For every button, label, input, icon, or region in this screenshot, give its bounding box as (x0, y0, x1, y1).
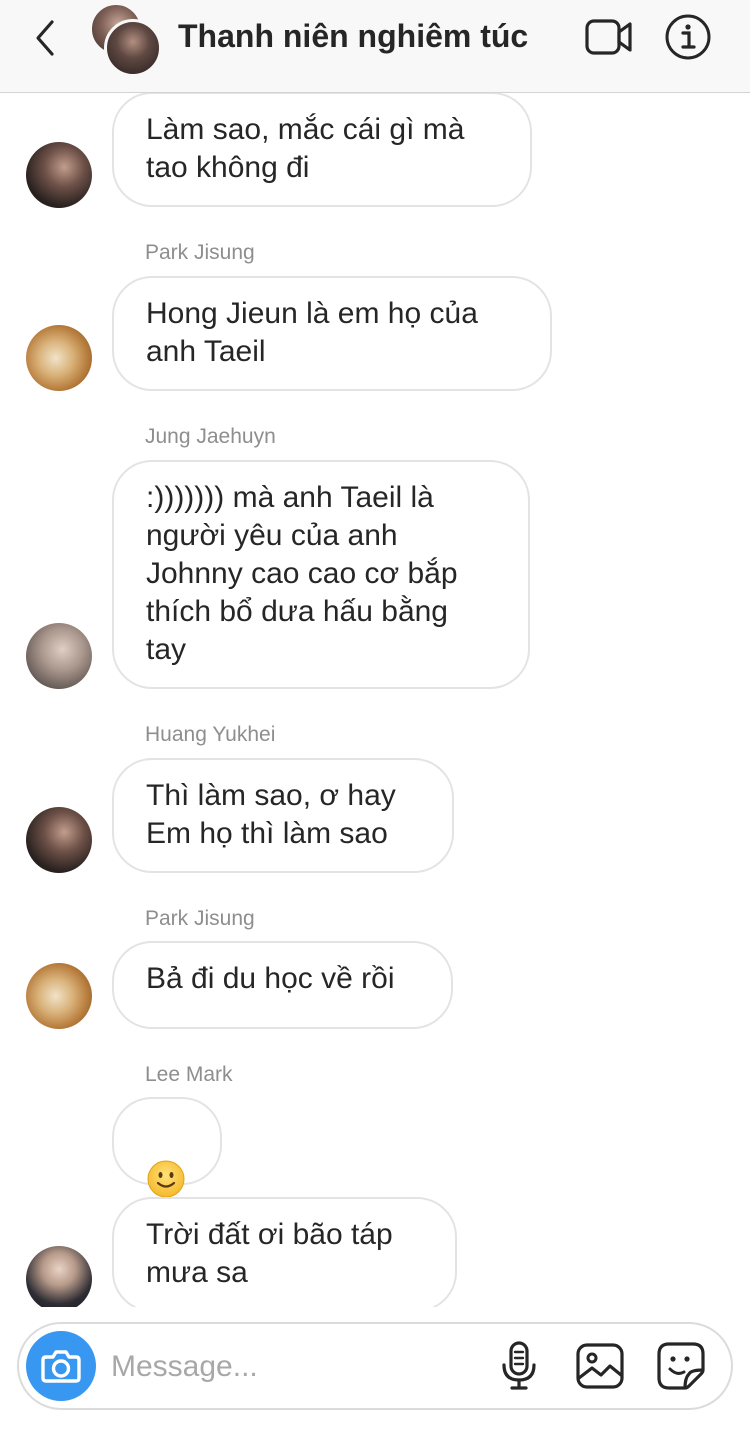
sender-name: Park Jisung (145, 241, 255, 264)
message-input[interactable] (109, 1338, 493, 1396)
sender-name: Lee Mark (145, 1063, 233, 1086)
camera-button[interactable] (26, 1331, 96, 1401)
camera-icon (41, 1350, 81, 1383)
sticker-icon (657, 1342, 705, 1390)
info-button[interactable] (664, 14, 714, 60)
avatar[interactable] (26, 1246, 92, 1307)
avatar[interactable] (26, 142, 92, 208)
avatar[interactable] (26, 623, 92, 689)
message-thread[interactable]: Làm sao, mắc cái gì mà tao không đi Park… (0, 0, 750, 1307)
gallery-icon (576, 1343, 624, 1389)
sender-name: Jung Jaehuyn (145, 425, 276, 448)
message-bubble[interactable] (112, 1097, 222, 1198)
avatar[interactable] (26, 963, 92, 1029)
sticker-button[interactable] (655, 1340, 707, 1392)
message-bubble[interactable]: Hong Jieun là em họ của anh Taeil (112, 276, 552, 391)
avatar[interactable] (26, 807, 92, 873)
info-icon (665, 14, 711, 60)
chat-title[interactable]: Thanh niên nghiêm túc (178, 14, 528, 58)
message-bubble[interactable]: Làm sao, mắc cái gì mà tao không đi (112, 92, 532, 207)
microphone-icon (502, 1341, 536, 1390)
sender-name: Huang Yukhei (145, 723, 276, 746)
chat-header: Thanh niên nghiêm túc (0, 0, 750, 93)
video-call-button[interactable] (584, 14, 634, 60)
group-avatar[interactable] (90, 3, 162, 77)
chat-screen: Làm sao, mắc cái gì mà tao không đi Park… (0, 0, 750, 1446)
sender-name: Park Jisung (145, 907, 255, 930)
slightly-smiling-face-icon (147, 1160, 185, 1198)
voice-message-button[interactable] (493, 1340, 545, 1392)
video-camera-icon (585, 19, 632, 55)
message-bubble[interactable]: Bả đi du học về rồi (112, 941, 453, 1029)
chevron-left-icon (36, 20, 54, 56)
avatar (104, 19, 162, 77)
message-bubble[interactable]: :))))))) mà anh Taeil là người yêu của a… (112, 460, 530, 689)
message-bubble[interactable]: Thì làm sao, ơ hay Em họ thì làm sao (112, 758, 454, 873)
message-bubble[interactable]: Trời đất ơi bão táp mưa sa (112, 1197, 457, 1307)
message-composer (17, 1322, 733, 1410)
avatar[interactable] (26, 325, 92, 391)
gallery-button[interactable] (574, 1340, 626, 1392)
back-button[interactable] (26, 14, 66, 62)
